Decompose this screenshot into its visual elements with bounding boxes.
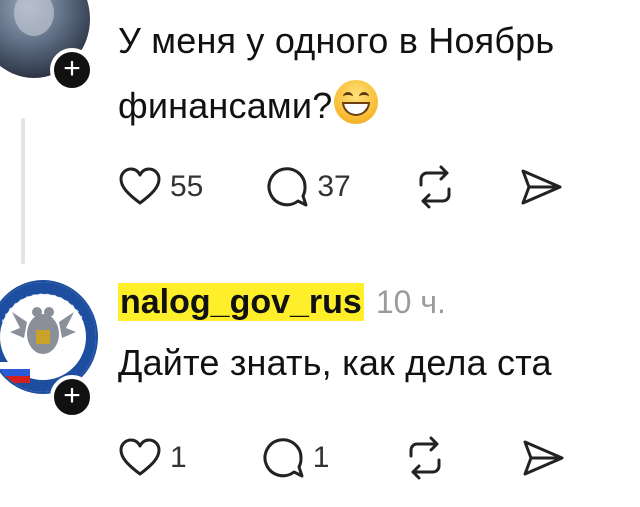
reply-count: 37: [317, 170, 351, 203]
post-actions: 1 1: [118, 436, 565, 480]
reply-button[interactable]: 37: [265, 165, 351, 209]
like-button[interactable]: 1: [118, 438, 187, 478]
comment-icon: [267, 167, 308, 207]
reply-button[interactable]: 1: [261, 436, 330, 480]
repost-button[interactable]: [403, 436, 447, 480]
follow-plus-button[interactable]: +: [50, 375, 94, 419]
post-text: Дайте знать, как дела ста: [118, 342, 552, 383]
repost-icon: [409, 436, 441, 480]
username[interactable]: nalog_gov_rus: [118, 283, 364, 321]
tax-service-emblem-icon: [0, 282, 96, 392]
repost-button[interactable]: [413, 165, 457, 209]
grinning-face-emoji-icon: [334, 80, 379, 124]
post-actions: 55 37: [118, 165, 563, 209]
share-button[interactable]: [519, 165, 563, 209]
reply-count: 1: [312, 441, 330, 474]
thread-line: [21, 118, 25, 264]
follow-plus-button[interactable]: +: [50, 48, 94, 92]
share-button[interactable]: [521, 436, 565, 480]
repost-icon: [419, 165, 451, 209]
timestamp: 10 ч.: [375, 284, 446, 320]
like-count: 55: [170, 170, 204, 203]
heart-icon: [119, 438, 161, 476]
send-icon: [523, 440, 564, 476]
post-text-line2-content: финансами?: [118, 85, 333, 126]
post-text-line2: финансами?: [118, 80, 379, 127]
like-count: 1: [170, 441, 187, 474]
comment-icon: [263, 438, 304, 478]
send-icon: [521, 169, 562, 205]
post-text-line1: У меня у одного в Ноябрь: [118, 20, 555, 61]
heart-icon: [119, 167, 161, 205]
like-button[interactable]: 55: [118, 167, 203, 207]
avatar-nalog[interactable]: [0, 280, 98, 394]
post-header: nalog_gov_rus 10 ч.: [118, 283, 446, 322]
